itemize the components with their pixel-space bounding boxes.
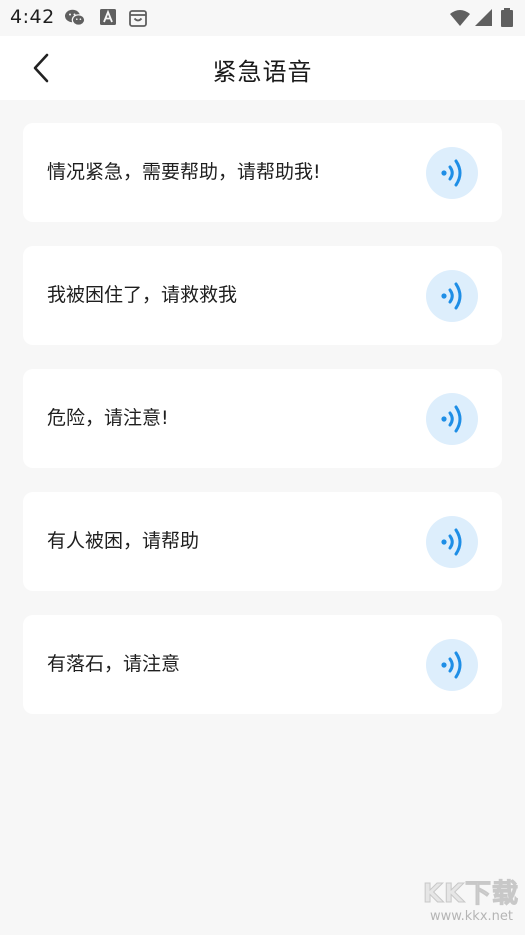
battery-icon <box>500 8 514 28</box>
voice-item[interactable]: 情况紧急，需要帮助，请帮助我! <box>23 123 502 222</box>
play-voice-button[interactable] <box>426 393 478 445</box>
speaker-waves-icon <box>441 405 462 433</box>
voice-item[interactable]: 有落石，请注意 <box>23 615 502 714</box>
speaker-waves-icon <box>441 159 462 187</box>
voice-item[interactable]: 有人被困，请帮助 <box>23 492 502 591</box>
voice-item-text: 有人被困，请帮助 <box>47 530 200 552</box>
voice-item-text: 情况紧急，需要帮助，请帮助我! <box>47 161 321 183</box>
play-voice-button[interactable] <box>426 639 478 691</box>
app-bar: 紧急语音 <box>0 36 525 100</box>
shopping-bag-icon <box>128 8 148 28</box>
voice-list: 情况紧急，需要帮助，请帮助我! 我被困住了，请救救我 危险，请注意! 有人被困，… <box>23 123 502 738</box>
voice-item[interactable]: 我被困住了，请救救我 <box>23 246 502 345</box>
play-voice-button[interactable] <box>426 516 478 568</box>
voice-item[interactable]: 危险，请注意! <box>23 369 502 468</box>
speaker-waves-icon <box>441 651 462 679</box>
watermark-url: www.kkx.net <box>429 909 513 924</box>
play-voice-button[interactable] <box>426 147 478 199</box>
play-voice-button[interactable] <box>426 270 478 322</box>
voice-item-text: 危险，请注意! <box>47 407 169 429</box>
watermark-logo: KK下载 <box>422 879 519 910</box>
watermark: KK下载 www.kkx.net <box>399 873 519 933</box>
voice-item-text: 我被困住了，请救救我 <box>47 284 238 306</box>
wechat-icon <box>64 8 86 28</box>
text-app-icon <box>99 8 119 28</box>
wifi-icon <box>449 8 470 28</box>
cellular-signal-icon <box>474 8 494 28</box>
status-time: 4:42 <box>10 6 55 28</box>
voice-item-text: 有落石，请注意 <box>47 653 181 675</box>
speaker-waves-icon <box>441 282 462 310</box>
status-bar: 4:42 <box>0 0 525 36</box>
page-title: 紧急语音 <box>212 58 313 86</box>
speaker-waves-icon <box>441 528 462 556</box>
